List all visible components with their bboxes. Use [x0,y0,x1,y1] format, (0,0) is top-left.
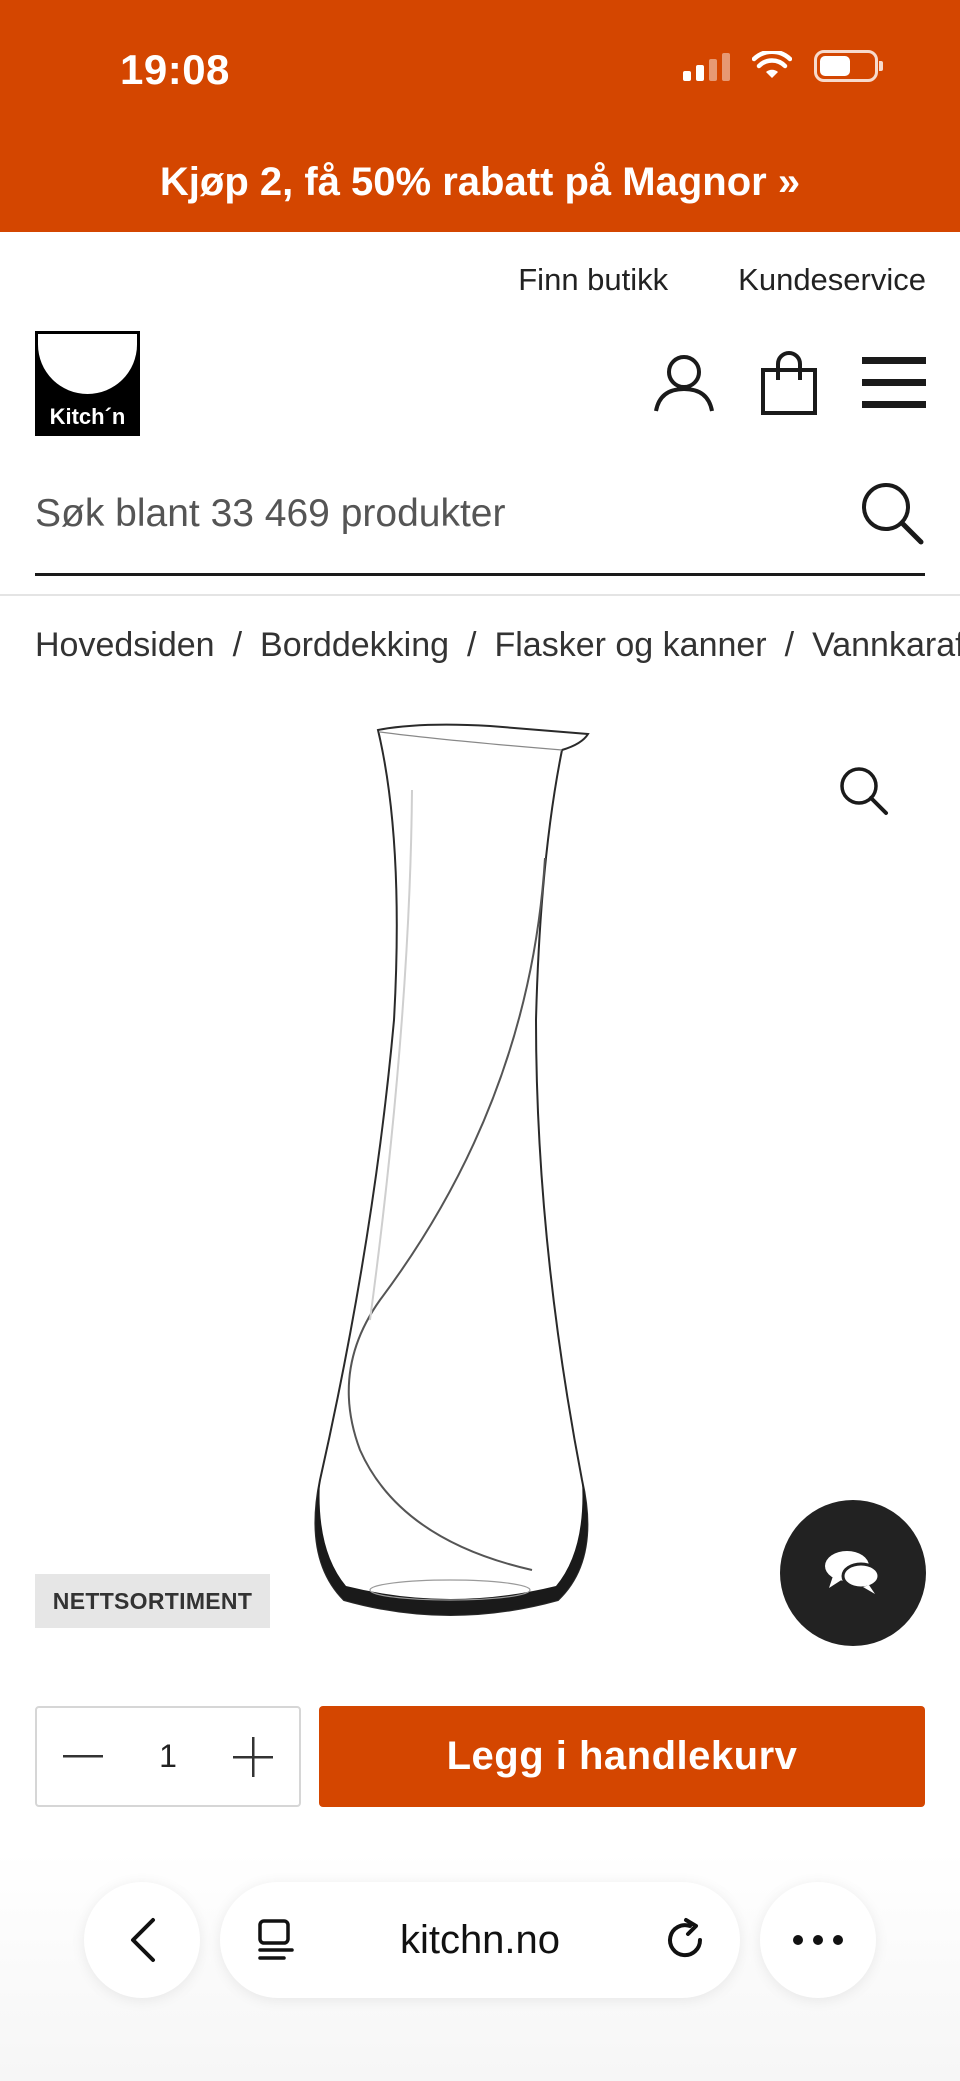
search-input[interactable] [35,484,815,544]
header-divider [0,594,960,596]
zoom-icon[interactable] [838,765,890,817]
breadcrumb-item-bottles-jugs[interactable]: Flasker og kanner [494,626,766,665]
quantity-stepper: 1 [35,1706,301,1807]
search-icon[interactable] [859,480,925,546]
breadcrumb-separator: / [784,626,795,664]
customer-service-link[interactable]: Kundeservice [738,262,926,298]
battery-icon [814,50,883,82]
logo-text: Kitch´n [49,404,126,429]
logo[interactable]: Kitch´n [35,331,140,436]
breadcrumb-separator: / [467,626,477,664]
quantity-value[interactable]: 1 [159,1738,177,1775]
cellular-signal-icon [683,51,730,81]
online-only-badge: NETTSORTIMENT [35,1574,270,1628]
search-bar [35,470,925,576]
promo-text[interactable]: Kjøp 2, få 50% rabatt på Magnor » [0,160,960,205]
logo-bowl-shape [38,334,137,394]
status-icons [683,50,883,82]
breadcrumb-separator: / [232,626,243,664]
reload-icon[interactable] [662,1916,708,1962]
browser-address-bar[interactable]: kitchn.no [220,1882,740,1998]
header-icons [652,350,926,416]
browser-more-button[interactable] [760,1882,876,1998]
add-to-cart-button[interactable]: Legg i handlekurv [319,1706,925,1807]
wifi-icon [752,51,792,78]
utility-links: Finn butikk Kundeservice [518,262,926,298]
chat-button[interactable] [780,1500,926,1646]
plus-icon [232,1736,273,1777]
breadcrumb-item-table-setting[interactable]: Borddekking [260,626,449,665]
quantity-increase-button[interactable] [231,1735,275,1779]
browser-back-button[interactable] [84,1882,200,1998]
breadcrumb-item-current: Vannkaraffel [812,626,960,664]
status-time: 19:08 [120,46,230,93]
find-store-link[interactable]: Finn butikk [518,262,668,298]
quantity-decrease-button[interactable] [61,1735,105,1779]
chevron-left-icon [131,1918,155,1962]
account-icon[interactable] [652,351,716,415]
more-dots-icon [793,1935,843,1945]
breadcrumb: Hovedsiden / Borddekking / Flasker og ka… [35,626,960,665]
chat-bubbles-icon [825,1551,881,1594]
cart-icon[interactable] [760,350,818,416]
product-image[interactable] [300,720,600,1640]
promo-banner[interactable]: 19:08 Kjøp 2, få 50% rabatt på Magnor » [0,0,960,232]
minus-icon [63,1754,103,1757]
browser-toolbar: kitchn.no [0,1850,960,2081]
menu-icon[interactable] [862,355,926,411]
breadcrumb-item-home[interactable]: Hovedsiden [35,626,215,665]
